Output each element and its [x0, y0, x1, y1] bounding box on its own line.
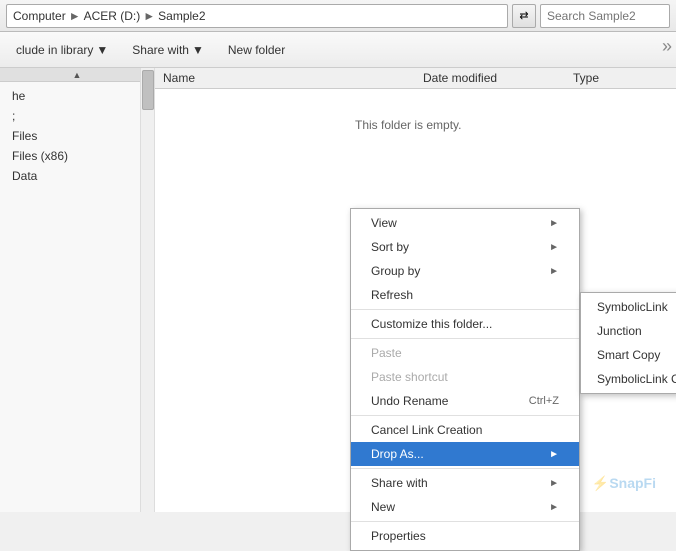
sidebar-item-he[interactable]: he: [0, 86, 154, 106]
context-menu: View ► Sort by ► Group by ► Refresh Cust…: [350, 208, 580, 551]
address-bar: Computer ► ACER (D:) ► Sample2 ⇄: [0, 0, 676, 32]
menu-item-drop-as[interactable]: Drop As... ►: [351, 442, 579, 466]
menu-separator-1: [351, 309, 579, 310]
sidebar-item-data[interactable]: Data: [0, 166, 154, 186]
sidebar-item-files-x86[interactable]: Files (x86): [0, 146, 154, 166]
menu-arrow-new: ►: [549, 502, 559, 513]
menu-item-undo-rename[interactable]: Undo Rename Ctrl+Z: [351, 389, 579, 413]
menu-item-share-with[interactable]: Share with ►: [351, 471, 579, 495]
menu-item-paste-shortcut[interactable]: Paste shortcut: [351, 365, 579, 389]
menu-arrow-drop: ►: [549, 449, 559, 460]
submenu-smart-copy[interactable]: Smart Copy: [581, 343, 676, 367]
share-with-arrow-icon: ▼: [192, 43, 204, 57]
sidebar-scrollbar[interactable]: [140, 68, 154, 512]
submenu-symbolic-link-clone[interactable]: SymbolicLink Clone: [581, 367, 676, 391]
menu-item-properties[interactable]: Properties: [351, 524, 579, 548]
sidebar-scroll-thumb[interactable]: [142, 70, 154, 110]
empty-folder-message: This folder is empty.: [355, 118, 461, 132]
search-input[interactable]: [540, 4, 670, 28]
submenu-drop-as: SymbolicLink Junction Smart Copy Symboli…: [580, 292, 676, 394]
path-computer: Computer: [13, 9, 66, 23]
refresh-button[interactable]: ⇄: [512, 4, 536, 28]
menu-shortcut-undo: Ctrl+Z: [529, 395, 559, 407]
sidebar-item-files[interactable]: Files: [0, 126, 154, 146]
include-library-arrow-icon: ▼: [96, 43, 108, 57]
menu-item-refresh[interactable]: Refresh: [351, 283, 579, 307]
menu-item-group-by[interactable]: Group by ►: [351, 259, 579, 283]
toolbar-expand-icon[interactable]: »: [662, 36, 672, 57]
menu-separator-3: [351, 415, 579, 416]
menu-arrow-view: ►: [549, 218, 559, 229]
menu-arrow-sort: ►: [549, 242, 559, 253]
submenu-symbolic-link[interactable]: SymbolicLink: [581, 295, 676, 319]
menu-separator-5: [351, 521, 579, 522]
menu-item-cancel-link[interactable]: Cancel Link Creation: [351, 418, 579, 442]
menu-arrow-share: ►: [549, 478, 559, 489]
menu-item-customize[interactable]: Customize this folder...: [351, 312, 579, 336]
sidebar-items: he ; Files Files (x86) Data: [0, 82, 154, 190]
column-headers: Name Date modified Type: [155, 68, 676, 89]
watermark: ⚡SnapFi: [592, 475, 656, 492]
sidebar-item-semicolon[interactable]: ;: [0, 106, 154, 126]
column-name[interactable]: Name: [155, 71, 415, 85]
sidebar-scroll-up[interactable]: ▲: [0, 68, 154, 82]
path-drive: ACER (D:): [84, 9, 141, 23]
column-type[interactable]: Type: [565, 71, 607, 85]
menu-item-view[interactable]: View ►: [351, 211, 579, 235]
menu-separator-4: [351, 468, 579, 469]
column-date-modified[interactable]: Date modified: [415, 71, 565, 85]
menu-arrow-group: ►: [549, 266, 559, 277]
main-layout: ▲ he ; Files Files (x86) Data Name Date …: [0, 68, 676, 512]
toolbar: clude in library ▼ Share with ▼ New fold…: [0, 32, 676, 68]
path-folder: Sample2: [158, 9, 205, 23]
menu-separator-2: [351, 338, 579, 339]
menu-item-new[interactable]: New ►: [351, 495, 579, 519]
sidebar: ▲ he ; Files Files (x86) Data: [0, 68, 155, 512]
menu-item-sort-by[interactable]: Sort by ►: [351, 235, 579, 259]
include-library-button[interactable]: clude in library ▼: [8, 39, 116, 61]
content-area: Name Date modified Type This folder is e…: [155, 68, 676, 512]
new-folder-button[interactable]: New folder: [220, 39, 293, 61]
share-with-button[interactable]: Share with ▼: [124, 39, 212, 61]
address-path[interactable]: Computer ► ACER (D:) ► Sample2: [6, 4, 508, 28]
submenu-junction[interactable]: Junction: [581, 319, 676, 343]
menu-item-paste[interactable]: Paste: [351, 341, 579, 365]
